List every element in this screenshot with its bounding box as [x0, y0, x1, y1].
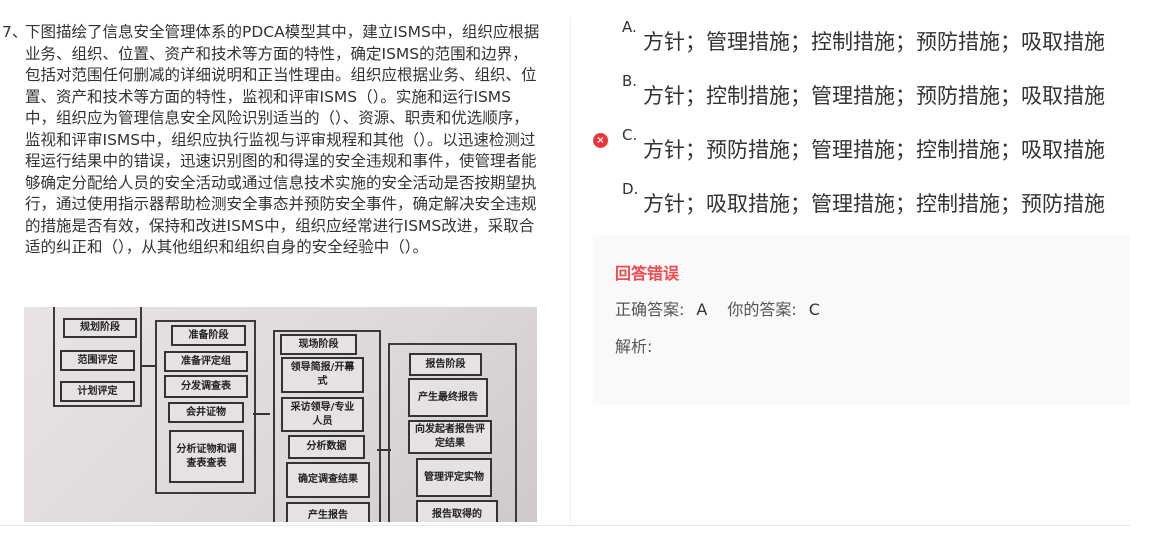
option-text: 方针；控制措施；管理措施；预防措施；吸取措施	[643, 84, 1105, 108]
diagram-box: 产生最终报告	[408, 378, 488, 417]
diagram-box: 向发起者报告评定结果	[408, 420, 492, 454]
answer-feedback-panel: 回答错误 正确答案: A 你的答案: C 解析:	[593, 235, 1130, 405]
diagram-box: 范围评定	[60, 350, 135, 371]
diagram-box: 分析数据	[288, 435, 365, 459]
option-text: 方针；管理措施；控制措施；预防措施；吸取措施	[643, 30, 1105, 54]
correct-answer-value: A	[696, 300, 708, 319]
option-letter: D.	[622, 180, 639, 198]
diagram-box: 准备评定组	[164, 351, 248, 372]
diagram-box: 报告取得的	[416, 500, 498, 522]
diagram-box: 采访领导/专业人员	[281, 397, 364, 432]
diagram-box: 确定调查结果	[286, 462, 370, 498]
diagram-box: 准备阶段	[171, 325, 246, 346]
diagram-box: 计划评定	[60, 381, 135, 402]
diagram-box: 规划阶段	[63, 318, 137, 338]
option-letter: B.	[622, 72, 638, 90]
diagram-box: 现场阶段	[280, 334, 357, 355]
diagram-connector	[253, 413, 270, 415]
bottom-divider	[0, 525, 1130, 526]
diagram-box: 领导简报/开幕式	[281, 357, 364, 393]
correct-answer-label: 正确答案:	[615, 300, 685, 319]
answer-summary: 正确答案: A 你的答案: C	[615, 296, 840, 320]
column-divider	[570, 18, 571, 523]
option-text: 方针；吸取措施；管理措施；控制措施；预防措施	[643, 192, 1105, 216]
diagram-box: 分发调查表	[164, 375, 248, 398]
diagram-box: 会井证物	[168, 402, 244, 423]
diagram-box: 管理评定实物	[416, 458, 492, 497]
your-answer-label: 你的答案:	[727, 300, 797, 319]
option-letter: C.	[622, 126, 638, 144]
x-circle-icon: ×	[593, 133, 608, 148]
option-letter: A.	[622, 18, 637, 36]
diagram-box: 报告阶段	[409, 353, 482, 376]
question-number: 7、	[2, 23, 28, 41]
question-text: 下图描绘了信息安全管理体系的PDCA模型其中，建立ISMS中，组织应根据业务、组…	[25, 23, 540, 256]
analysis-label: 解析:	[615, 337, 653, 356]
option-text: 方针；预防措施；管理措施；控制措施；吸取措施	[643, 138, 1105, 162]
question-figure: 规划阶段 范围评定 计划评定 准备阶段 准备评定组 分发调查表 会井证物 分析证…	[24, 307, 537, 522]
your-answer-value: C	[808, 300, 820, 319]
diagram-connector	[140, 365, 155, 367]
diagram-box: 分析证物和调查表查表	[169, 430, 244, 483]
answer-status: 回答错误	[615, 264, 680, 283]
diagram-box: 产生报告	[286, 502, 370, 522]
